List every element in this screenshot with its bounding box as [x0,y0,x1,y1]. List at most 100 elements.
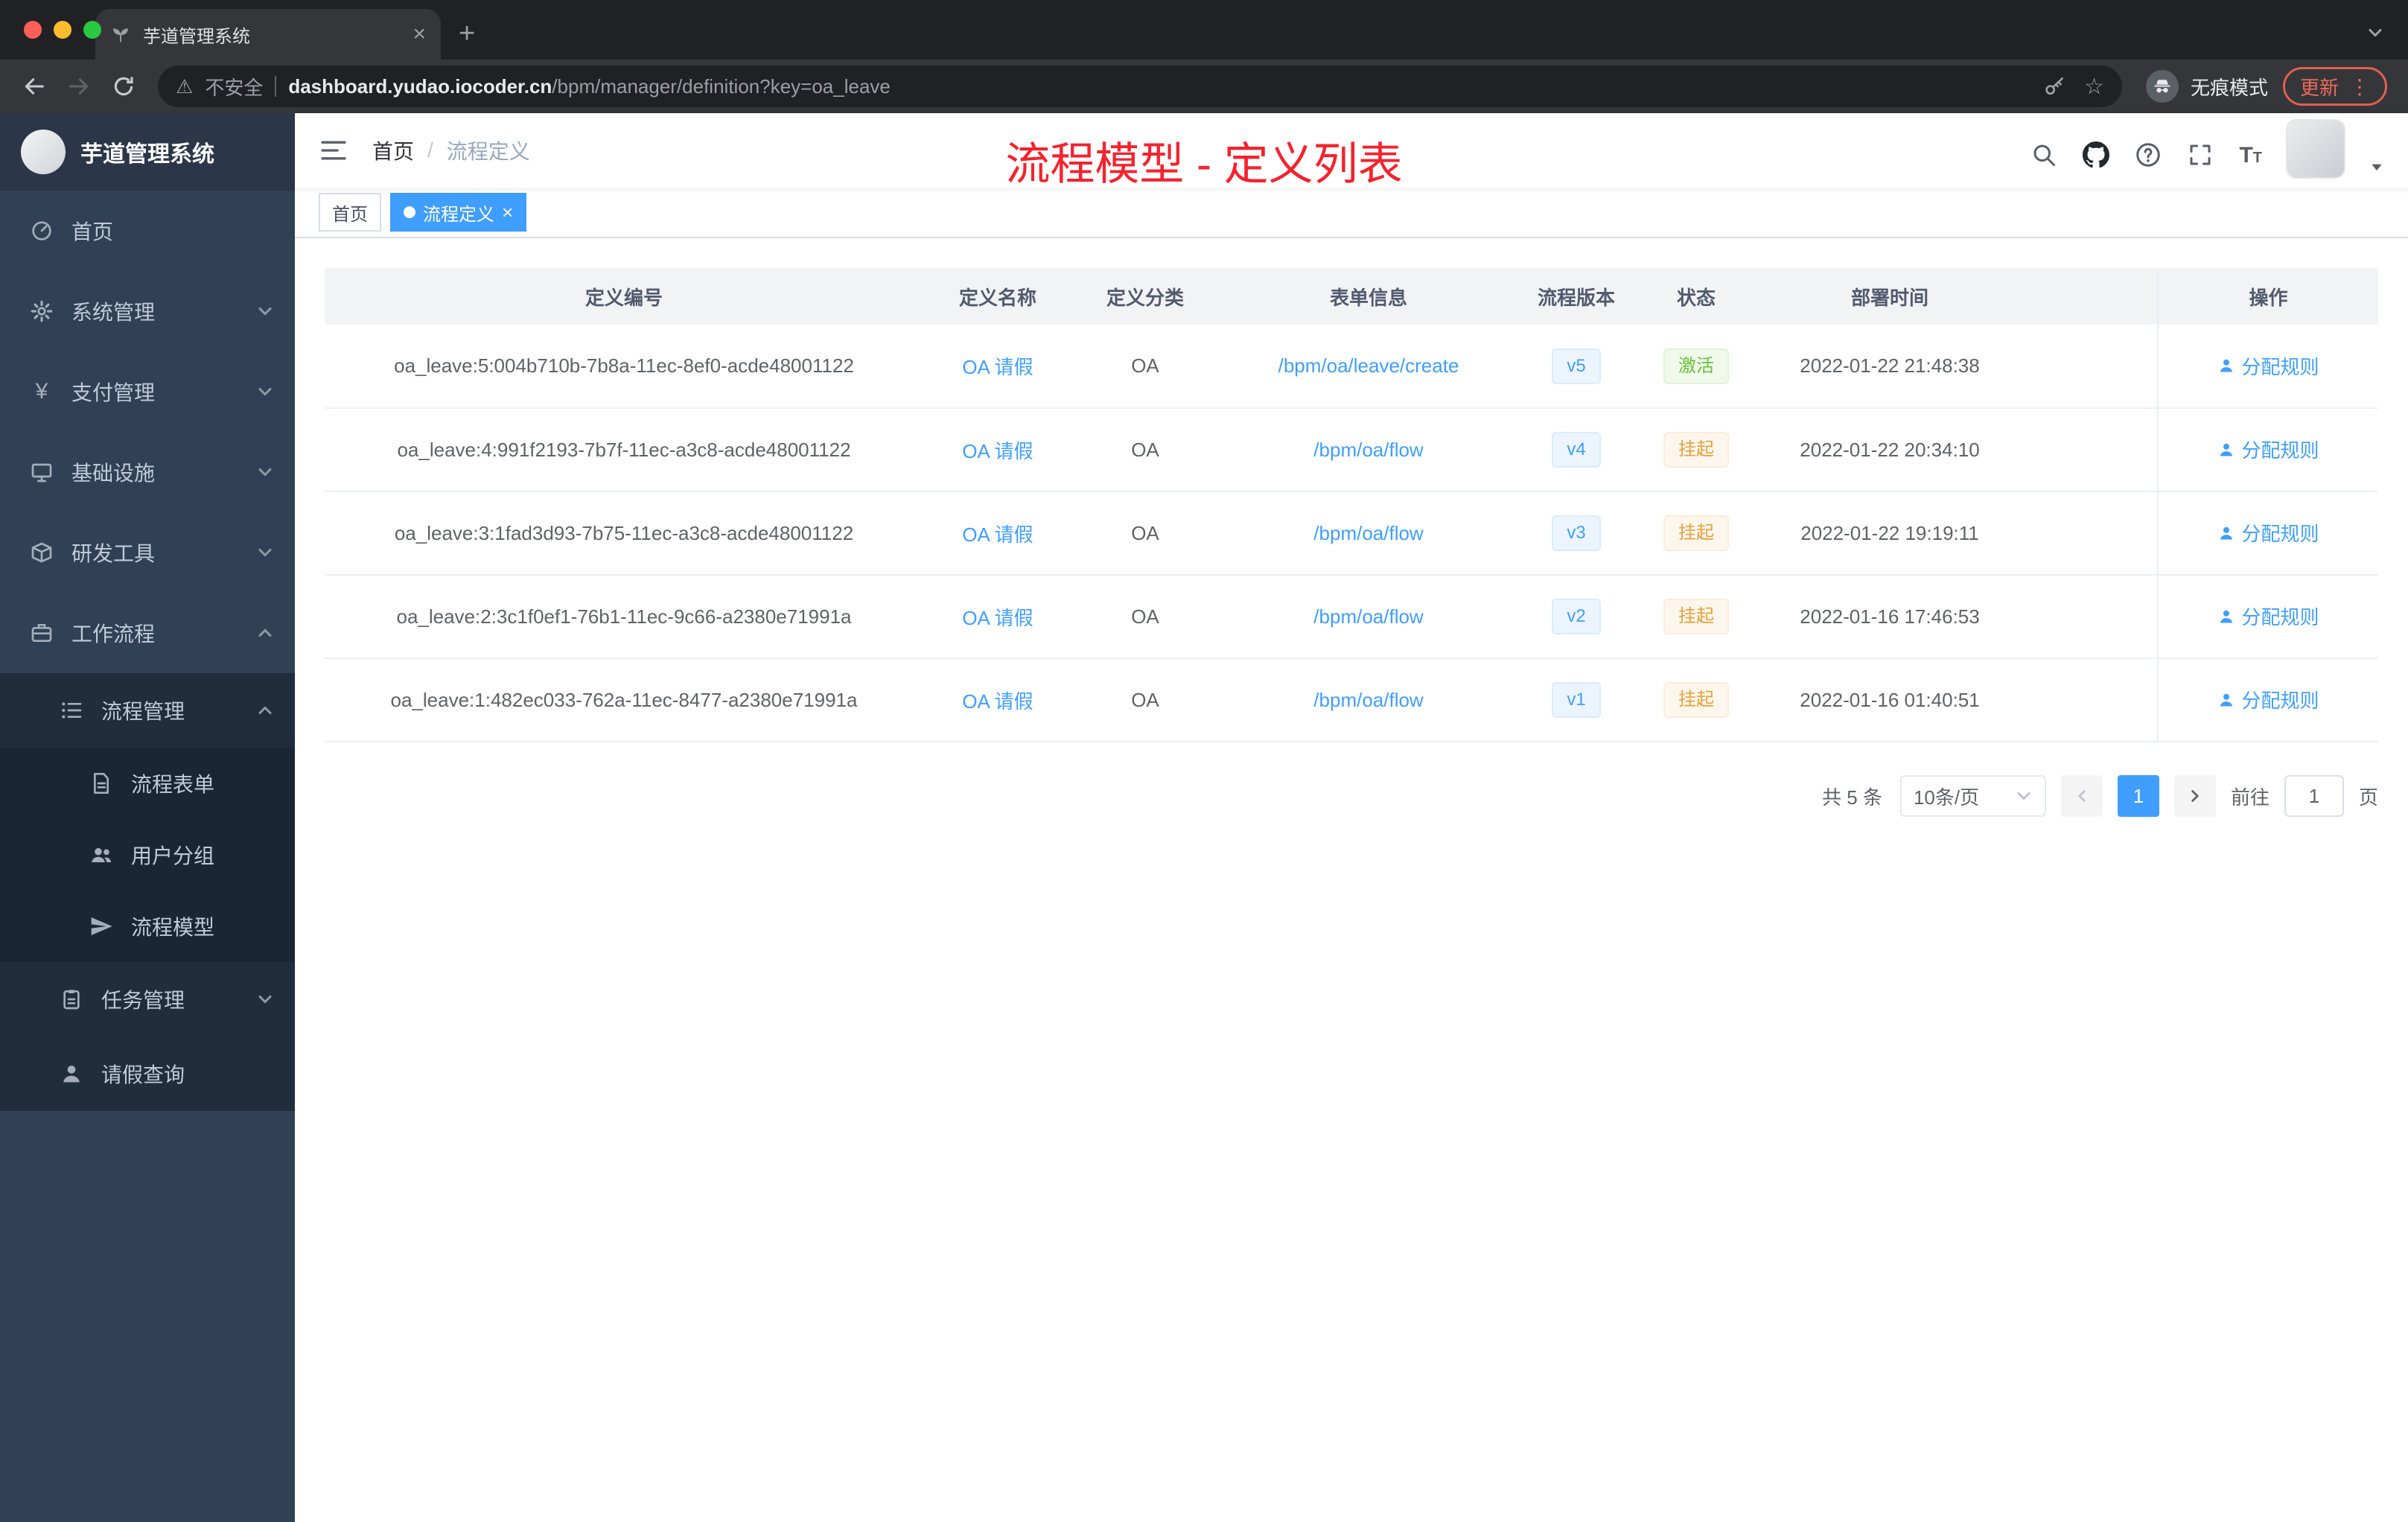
definition-name-link[interactable]: OA 请假 [962,690,1033,713]
fullscreen-icon[interactable] [2187,141,2214,168]
definition-name-link[interactable]: OA 请假 [962,440,1033,462]
caret-down-icon[interactable] [2369,159,2384,174]
forward-icon[interactable] [60,67,98,106]
current-page-button[interactable]: 1 [2117,775,2159,817]
definition-category: OA [1072,658,1218,742]
active-tag-dot [404,206,415,218]
definition-name-link[interactable]: OA 请假 [962,523,1033,546]
sidebar-item-system[interactable]: 系统管理 [0,271,295,351]
search-icon[interactable] [2030,141,2057,168]
goto-label: 前往 [2230,786,2270,809]
github-icon[interactable] [2083,141,2109,168]
page-content: 定义编号 定义名称 定义分类 表单信息 流程版本 状态 部署时间 操作 oa_l… [295,238,2408,1522]
col-definition-name: 定义名称 [923,268,1072,325]
dashboard-icon [30,219,54,243]
assign-rule-link[interactable]: 分配规则 [2217,602,2319,630]
sidebar-item-process-management[interactable]: 流程管理 [0,673,295,748]
back-icon[interactable] [15,67,54,106]
browser-tab-strip: 芋道管理系统 × + [0,0,2408,60]
col-actions: 操作 [2157,268,2378,325]
sidebar-item-leave-query[interactable]: 请假查询 [0,1037,295,1111]
tab-search-icon[interactable] [2366,24,2384,42]
url-host: dashboard.yudao.iocoder.cn [288,74,552,98]
user-icon [60,1062,83,1086]
brand: 芋道管理系统 [0,113,295,191]
status-badge: 激活 [1663,348,1729,384]
table-row: oa_leave:1:482ec033-762a-11ec-8477-a2380… [325,658,2378,742]
zoom-window-button[interactable] [83,21,101,39]
table-row: oa_leave:4:991f2193-7b7f-11ec-a3c8-acde4… [325,408,2378,492]
sidebar: 芋道管理系统 首页 系统管理 ¥ 支付管理 基础设施 研发工具 工作流程 流程管… [0,113,295,1522]
form-link[interactable]: /bpm/oa/leave/create [1278,354,1459,377]
incognito-label: 无痕模式 [2190,76,2268,99]
briefcase-icon [30,621,54,645]
browser-tab[interactable]: 芋道管理系统 × [95,9,441,60]
assign-rule-link[interactable]: 分配规则 [2217,519,2319,547]
admin-app: 芋道管理系统 首页 系统管理 ¥ 支付管理 基础设施 研发工具 工作流程 流程管… [0,113,2408,1522]
sidebar-item-process-model[interactable]: 流程模型 [0,891,295,962]
monitor-icon [30,460,54,484]
sidebar-item-user-group[interactable]: 用户分组 [0,819,295,891]
user-avatar[interactable] [2287,121,2344,177]
chevron-down-icon [256,383,274,401]
refresh-icon[interactable] [104,67,143,106]
sidebar-item-workflow[interactable]: 工作流程 [0,593,295,673]
form-link[interactable]: /bpm/oa/flow [1313,689,1423,711]
deploy-time: 2022-01-22 21:48:38 [1759,325,2021,409]
col-process-version: 流程版本 [1519,268,1634,325]
tab-close-icon[interactable]: × [413,23,426,45]
breadcrumb-current: 流程定义 [446,140,530,163]
form-link[interactable]: /bpm/oa/flow [1313,605,1423,628]
tag-close-icon[interactable]: × [502,203,513,222]
form-link[interactable]: /bpm/oa/flow [1313,522,1423,544]
definition-name-link[interactable]: OA 请假 [962,356,1033,378]
toolbox-icon [30,541,54,564]
form-link[interactable]: /bpm/oa/flow [1313,439,1423,461]
tab-title: 芋道管理系统 [143,26,250,47]
brand-title: 芋道管理系统 [80,142,214,167]
new-tab-button[interactable]: + [459,19,475,48]
sidebar-item-home[interactable]: 首页 [0,191,295,271]
assign-rule-link[interactable]: 分配规则 [2217,686,2319,713]
sidebar-item-infrastructure[interactable]: 基础设施 [0,432,295,512]
col-deploy-time: 部署时间 [1759,268,2021,325]
definition-name-link[interactable]: OA 请假 [962,607,1033,629]
password-key-icon[interactable] [2042,74,2066,98]
page-size-select[interactable]: 10条/页 [1899,775,2046,817]
prev-page-button[interactable] [2060,775,2103,817]
sidebar-item-process-form[interactable]: 流程表单 [0,748,295,819]
browser-menu-kebab-icon[interactable]: ⋮ [2349,74,2370,99]
status-badge: 挂起 [1663,432,1729,468]
sidebar-item-task-management[interactable]: 任务管理 [0,962,295,1037]
browser-update-button[interactable]: 更新 ⋮ [2282,67,2387,106]
brand-logo-avatar [21,130,66,174]
tag-process-definition[interactable]: 流程定义 × [390,193,527,232]
version-tag: v4 [1552,432,1601,468]
definition-table: 定义编号 定义名称 定义分类 表单信息 流程版本 状态 部署时间 操作 oa_l… [325,268,2378,742]
sidebar-menu: 首页 系统管理 ¥ 支付管理 基础设施 研发工具 工作流程 流程管理 流程表单 … [0,191,295,1111]
paper-plane-icon [89,914,113,938]
bookmark-star-icon[interactable]: ☆ [2084,74,2104,100]
sidebar-item-payment[interactable]: ¥ 支付管理 [0,351,295,432]
col-filler [2021,268,2158,325]
update-label: 更新 [2299,76,2339,99]
close-window-button[interactable] [24,21,42,39]
assign-rule-link[interactable]: 分配规则 [2217,352,2319,380]
sidebar-item-dev-tools[interactable]: 研发工具 [0,512,295,593]
address-bar[interactable]: ⚠ 不安全 dashboard.yudao.iocoder.cn/bpm/man… [158,66,2122,107]
definition-id: oa_leave:5:004b710b-7b8a-11ec-8ef0-acde4… [325,325,923,409]
hamburger-icon[interactable] [319,136,348,165]
pagination-total: 共 5 条 [1822,786,1882,809]
goto-page-input[interactable] [2284,775,2344,817]
next-page-button[interactable] [2173,775,2216,817]
assign-rule-link[interactable]: 分配规则 [2217,436,2319,463]
tag-home[interactable]: 首页 [319,193,381,232]
list-icon [60,698,83,722]
question-icon[interactable] [2135,141,2162,168]
breadcrumb-home[interactable]: 首页 [372,136,414,165]
status-badge: 挂起 [1663,599,1729,634]
col-definition-id: 定义编号 [325,268,923,325]
navbar-right-tools: TT [2030,121,2384,180]
minimize-window-button[interactable] [54,21,71,39]
font-size-icon[interactable]: TT [2239,143,2262,168]
